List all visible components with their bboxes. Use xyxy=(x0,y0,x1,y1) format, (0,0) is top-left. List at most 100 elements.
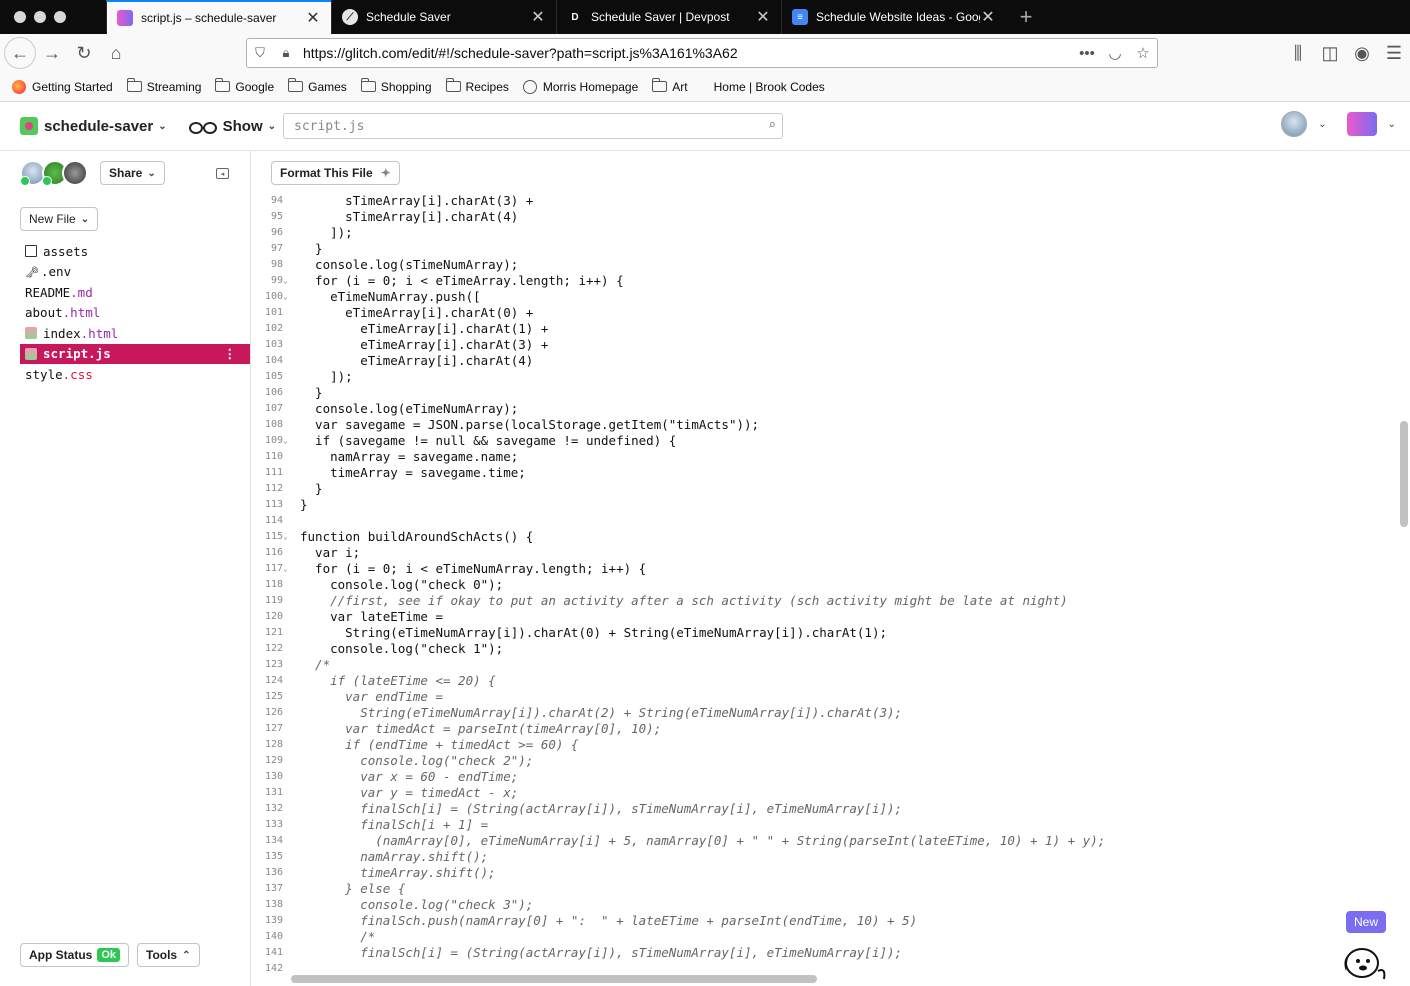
bookmark-getting-started[interactable]: Getting Started xyxy=(12,79,113,94)
bookmark-shopping[interactable]: Shopping xyxy=(360,78,432,94)
bookmark-games[interactable]: Games xyxy=(288,78,347,94)
code-line[interactable]: 122 console.log("check 1"); xyxy=(251,641,1397,657)
code-line[interactable]: 130 var x = 60 - endTime; xyxy=(251,769,1397,785)
format-file-button[interactable]: Format This File ✦ xyxy=(271,161,400,185)
file-style[interactable]: style .css xyxy=(20,364,250,385)
code-line[interactable]: 136 timeArray.shift(); xyxy=(251,865,1397,881)
bookmark-recipes[interactable]: Recipes xyxy=(445,78,509,94)
shield-icon[interactable]: ⛉ xyxy=(247,45,273,61)
share-button[interactable]: Share ⌄ xyxy=(100,161,165,185)
close-tab-icon[interactable]: ✕ xyxy=(530,7,546,27)
code-line[interactable]: 105 ]); xyxy=(251,369,1397,385)
tools-button[interactable]: Tools ⌃ xyxy=(137,943,200,967)
code-line[interactable]: 104 eTimeArray[i].charAt(4) xyxy=(251,353,1397,369)
url-bar[interactable]: ⛉ 🔒︎ https://glitch.com/edit/#!/schedule… xyxy=(246,38,1158,68)
minimize-window-button[interactable] xyxy=(34,11,46,23)
code-line[interactable]: 132 finalSch[i] = (String(actArray[i]), … xyxy=(251,801,1397,817)
code-line[interactable]: 99 ⌄ for (i = 0; i < eTimeArray.length; i… xyxy=(251,273,1397,289)
fold-chevron-icon[interactable]: ⌄ xyxy=(283,529,291,545)
pocket-icon[interactable]: ◡ xyxy=(1101,44,1129,62)
file-search-input[interactable]: script.js ⌕ xyxy=(283,113,783,139)
app-status-button[interactable]: App Status Ok xyxy=(20,943,130,967)
code-line[interactable]: 94 sTimeArray[i].charAt(3) + xyxy=(251,193,1397,209)
fold-chevron-icon[interactable]: ⌄ xyxy=(283,433,291,449)
zoom-window-button[interactable] xyxy=(54,11,66,23)
code-line[interactable]: 137 } else { xyxy=(251,881,1397,897)
user-avatar[interactable] xyxy=(1281,111,1308,137)
code-line[interactable]: 119 //first, see if okay to put an activ… xyxy=(251,593,1397,609)
chevron-down-icon[interactable]: ⌄ xyxy=(1388,119,1396,130)
show-menu[interactable]: Show ⌄ xyxy=(188,118,276,135)
avatar[interactable] xyxy=(62,160,88,186)
code-line[interactable]: 121 String(eTimeNumArray[i]).charAt(0) +… xyxy=(251,625,1397,641)
browser-tab-4[interactable]: ≡ Schedule Website Ideas - Goog ✕ xyxy=(781,0,1006,34)
code-line[interactable]: 126 String(eTimeNumArray[i]).charAt(2) +… xyxy=(251,705,1397,721)
code-line[interactable]: 102 eTimeArray[i].charAt(1) + xyxy=(251,321,1397,337)
code-line[interactable]: 111 timeArray = savegame.time; xyxy=(251,465,1397,481)
project-menu[interactable]: schedule-saver ⌄ xyxy=(20,117,167,135)
new-file-button[interactable]: New File ⌄ xyxy=(20,207,99,231)
bookmark-star-icon[interactable]: ☆ xyxy=(1129,44,1157,62)
code-line[interactable]: 127 var timedAct = parseInt(timeArray[0]… xyxy=(251,721,1397,737)
code-line[interactable]: 118 console.log("check 0"); xyxy=(251,577,1397,593)
browser-tab-1[interactable]: script.js – schedule-saver ✕ xyxy=(106,0,331,34)
code-line[interactable]: 114 xyxy=(251,513,1397,529)
more-actions-icon[interactable]: ••• xyxy=(1073,45,1101,62)
code-line[interactable]: 131 var y = timedAct - x; xyxy=(251,785,1397,801)
file-readme[interactable]: README .md xyxy=(20,282,250,303)
close-tab-icon[interactable]: ✕ xyxy=(305,8,321,28)
code-line[interactable]: 97 } xyxy=(251,241,1397,257)
code-line[interactable]: 103 eTimeArray[i].charAt(3) + xyxy=(251,337,1397,353)
fold-chevron-icon[interactable]: ⌄ xyxy=(283,273,291,289)
file-options-icon[interactable]: ⋮ xyxy=(224,346,237,361)
close-tab-icon[interactable]: ✕ xyxy=(980,7,996,27)
code-line[interactable]: 134 (namArray[0], eTimeNumArray[i] + 5, … xyxy=(251,833,1397,849)
file-about[interactable]: about .html xyxy=(20,303,250,324)
code-line[interactable]: 116 var i; xyxy=(251,545,1397,561)
code-line[interactable]: 100 ⌄ eTimeNumArray.push([ xyxy=(251,289,1397,305)
back-button[interactable]: ← xyxy=(4,37,36,69)
bookmark-brook-codes[interactable]: Home | Brook Codes xyxy=(714,80,825,94)
code-line[interactable]: 115 ⌄ function buildAroundSchActs() { xyxy=(251,529,1397,545)
library-icon[interactable]: ⫼ xyxy=(1282,37,1314,69)
glitch-dog-mascot-icon[interactable] xyxy=(1340,941,1390,986)
browser-tab-2[interactable]: ⟋ Schedule Saver ✕ xyxy=(331,0,556,34)
code-line[interactable]: 135 namArray.shift(); xyxy=(251,849,1397,865)
code-line[interactable]: 96 ]); xyxy=(251,225,1397,241)
collapse-sidebar-icon[interactable]: ◂ xyxy=(216,168,229,179)
code-line[interactable]: 108 var savegame = JSON.parse(localStora… xyxy=(251,417,1397,433)
code-line[interactable]: 124 if (lateETime <= 20) { xyxy=(251,673,1397,689)
vertical-scrollbar[interactable] xyxy=(1400,421,1408,527)
code-line[interactable]: 140 /* xyxy=(251,929,1397,945)
bookmark-google[interactable]: Google xyxy=(215,78,274,94)
code-line[interactable]: 128 if (endTime + timedAct >= 60) { xyxy=(251,737,1397,753)
fold-chevron-icon[interactable]: ⌄ xyxy=(283,561,291,577)
home-button[interactable]: ⌂ xyxy=(100,37,132,69)
code-line[interactable]: 112 } xyxy=(251,481,1397,497)
code-line[interactable]: 129 console.log("check 2"); xyxy=(251,753,1397,769)
file-env[interactable]: 🗝︎ .env xyxy=(20,262,250,283)
hamburger-menu-icon[interactable]: ☰ xyxy=(1378,37,1410,69)
bookmark-morris-homepage[interactable]: Morris Homepage xyxy=(522,79,638,94)
code-line[interactable]: 133 finalSch[i + 1] = xyxy=(251,817,1397,833)
horizontal-scrollbar[interactable] xyxy=(291,975,817,983)
code-line[interactable]: 139 finalSch.push(namArray[0] + ": " + l… xyxy=(251,913,1397,929)
fold-chevron-icon[interactable]: ⌄ xyxy=(283,289,291,305)
account-icon[interactable]: ◉ xyxy=(1346,37,1378,69)
code-line[interactable]: 107 console.log(eTimeNumArray); xyxy=(251,401,1397,417)
code-line[interactable]: 123 /* xyxy=(251,657,1397,673)
url-text[interactable]: https://glitch.com/edit/#!/schedule-save… xyxy=(299,45,1073,61)
reload-button[interactable]: ↻ xyxy=(68,37,100,69)
forward-button[interactable]: → xyxy=(36,37,68,69)
close-tab-icon[interactable]: ✕ xyxy=(755,7,771,27)
bookmark-streaming[interactable]: Streaming xyxy=(126,78,201,94)
code-area[interactable]: 94 sTimeArray[i].charAt(3) +95 sTimeArra… xyxy=(251,193,1397,983)
bookmark-art[interactable]: Art xyxy=(652,78,688,94)
code-line[interactable]: 101 eTimeArray[i].charAt(0) + xyxy=(251,305,1397,321)
code-line[interactable]: 138 console.log("check 3"); xyxy=(251,897,1397,913)
code-line[interactable]: 110 namArray = savegame.name; xyxy=(251,449,1397,465)
code-line[interactable]: 120 var lateETime = xyxy=(251,609,1397,625)
code-line[interactable]: 141 finalSch[i] = (String(actArray[i]), … xyxy=(251,945,1397,961)
code-line[interactable]: 98 console.log(sTimeNumArray); xyxy=(251,257,1397,273)
code-line[interactable]: 117 ⌄ for (i = 0; i < eTimeNumArray.lengt… xyxy=(251,561,1397,577)
